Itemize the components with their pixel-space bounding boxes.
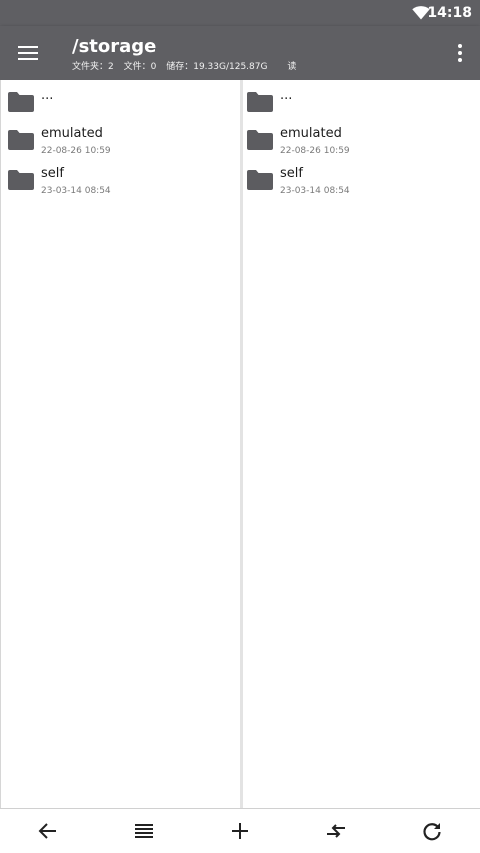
folder-icon (8, 170, 34, 190)
left-file-pane[interactable]: ... emulated 22-08-26 10:59 self 23-03-1… (0, 80, 240, 808)
menu-icon[interactable] (12, 38, 44, 68)
back-arrow-icon[interactable] (36, 819, 60, 843)
refresh-icon[interactable] (420, 819, 444, 843)
storage-stats: 文件夹：2 文件：0 储存：19.33G/125.87G 读 (72, 61, 303, 73)
folder-icon (8, 130, 34, 150)
item-name: ... (280, 88, 293, 103)
item-name: self (280, 166, 303, 181)
folder-count: 文件夹：2 (72, 62, 114, 72)
list-item[interactable]: self 23-03-14 08:54 (243, 166, 479, 204)
list-item[interactable]: ... (1, 88, 237, 126)
item-name: emulated (41, 126, 103, 141)
folder-icon (247, 130, 273, 150)
item-name: self (41, 166, 64, 181)
right-file-pane[interactable]: ... emulated 22-08-26 10:59 self 23-03-1… (243, 80, 480, 808)
list-item[interactable]: ... (243, 88, 479, 126)
status-bar: 14:18 (0, 0, 480, 26)
item-date: 23-03-14 08:54 (280, 186, 350, 196)
list-item[interactable]: emulated 22-08-26 10:59 (243, 126, 479, 164)
more-vert-icon[interactable] (452, 40, 468, 66)
folder-icon (247, 170, 273, 190)
add-icon[interactable] (228, 819, 252, 843)
app-bar: /storage 文件夹：2 文件：0 储存：19.33G/125.87G 读 (0, 26, 480, 80)
item-date: 22-08-26 10:59 (41, 146, 111, 156)
storage-usage: 储存：19.33G/125.87G (166, 62, 268, 72)
folder-icon (247, 92, 273, 112)
access-mode: 读 (287, 62, 297, 72)
status-time: 14:18 (427, 5, 472, 21)
item-name: ... (41, 88, 54, 103)
page-title: /storage (72, 36, 157, 57)
file-count: 文件：0 (123, 62, 157, 72)
item-name: emulated (280, 126, 342, 141)
item-date: 23-03-14 08:54 (41, 186, 111, 196)
list-item[interactable]: self 23-03-14 08:54 (1, 166, 237, 204)
list-view-icon[interactable] (132, 819, 156, 843)
folder-icon (8, 92, 34, 112)
bottom-toolbar (0, 808, 480, 853)
item-date: 22-08-26 10:59 (280, 146, 350, 156)
swap-panes-icon[interactable] (324, 819, 348, 843)
list-item[interactable]: emulated 22-08-26 10:59 (1, 126, 237, 164)
